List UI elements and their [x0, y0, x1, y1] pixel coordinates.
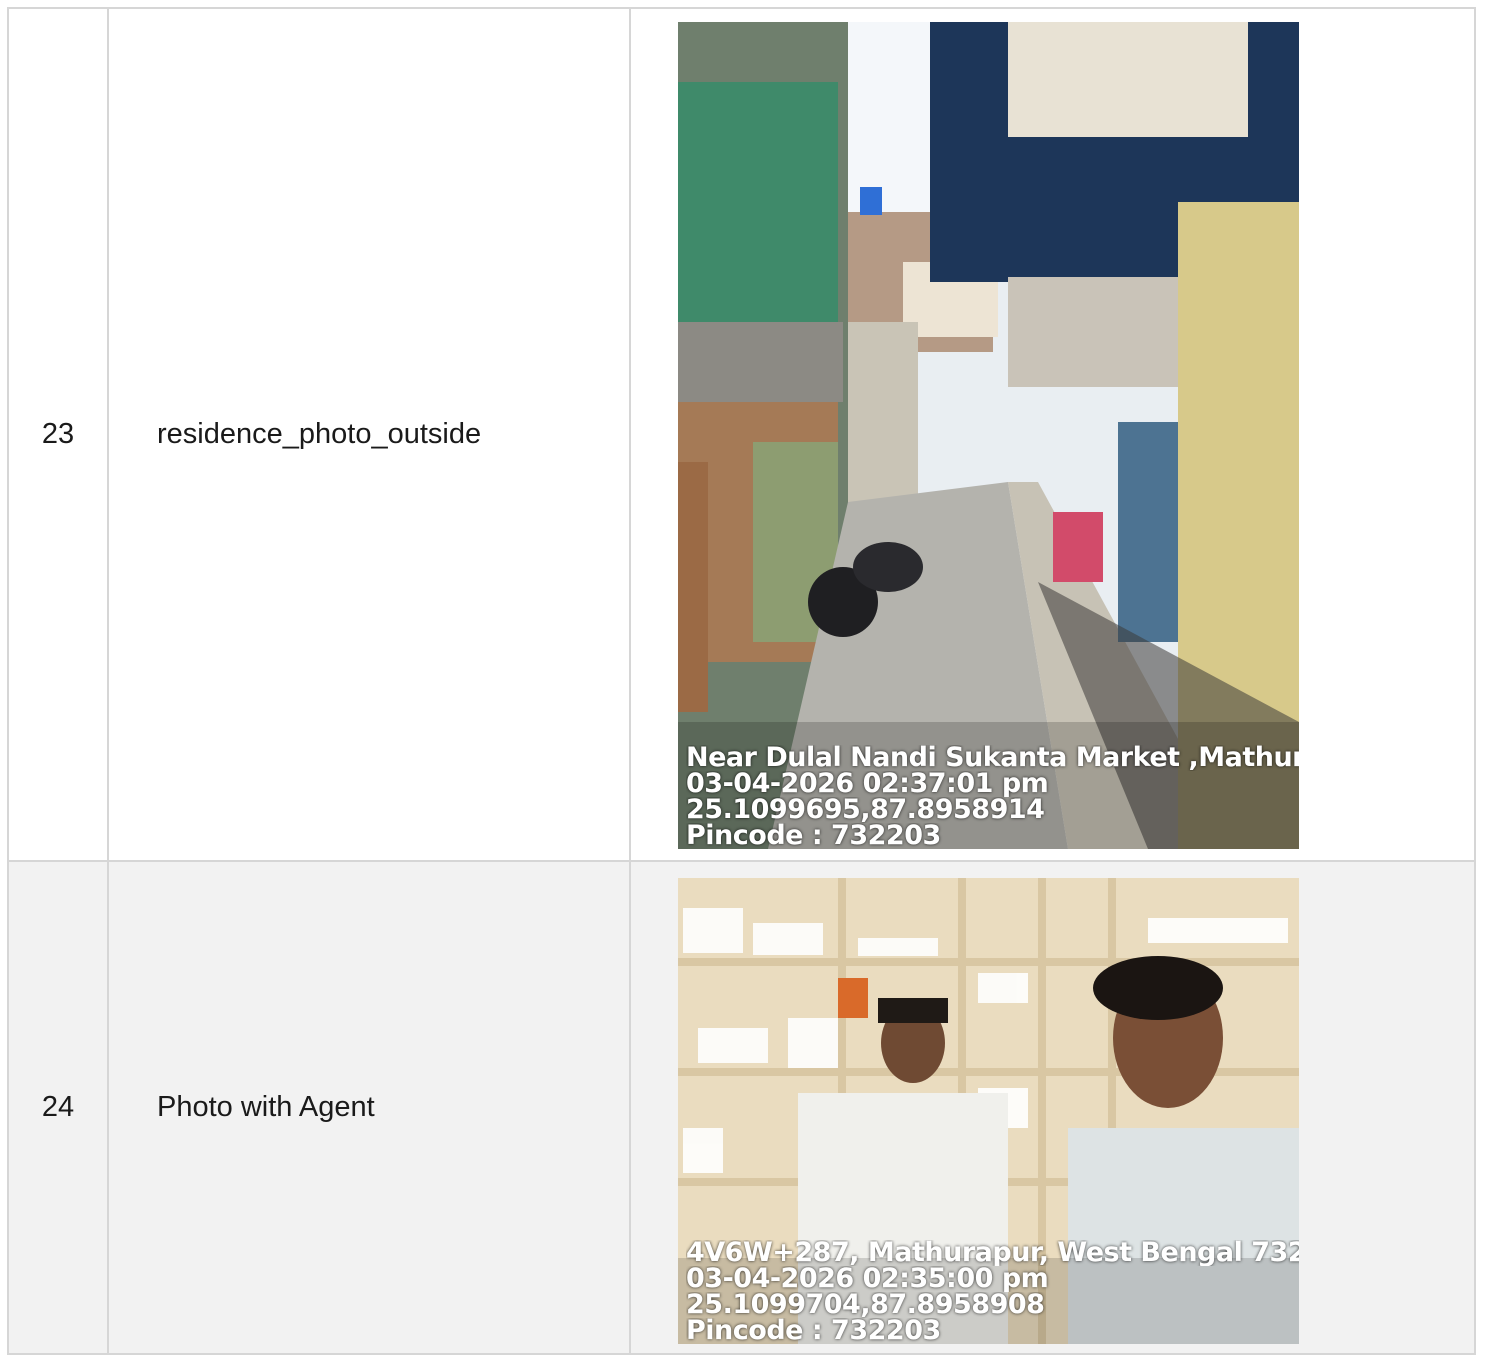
photo-cell: 4V6W+287, Mathurapur, West Bengal 732203… — [629, 860, 1476, 1355]
row-number: 23 — [7, 7, 109, 862]
photo-stamp: Near Dulal Nandi Sukanta Market ,Mathura… — [686, 745, 1299, 849]
stamp-pincode: Pincode : 732203 — [686, 1318, 941, 1344]
stamp-location: Near Dulal Nandi Sukanta Market ,Mathura… — [686, 744, 1299, 771]
stamp-pincode: Pincode : 732203 — [686, 822, 941, 849]
residence-photo[interactable]: Near Dulal Nandi Sukanta Market ,Mathura… — [678, 21, 1299, 849]
field-name: residence_photo_outside — [107, 7, 631, 862]
alley-scene-image — [678, 21, 1299, 849]
stamp-datetime: 03-04-2026 02:35:00 pm — [686, 1266, 1049, 1292]
stamp-coordinates: 25.1099704,87.8958908 — [686, 1292, 1045, 1318]
stamp-location: 4V6W+287, Mathurapur, West Bengal 732203 — [686, 1240, 1299, 1266]
table-row: 23 residence_photo_outside Near Dulal Na… — [7, 7, 1476, 862]
field-name: Photo with Agent — [107, 860, 631, 1355]
stamp-datetime: 03-04-2026 02:37:01 pm — [686, 770, 1049, 797]
photo-evidence-table: 23 residence_photo_outside Near Dulal Na… — [7, 7, 1476, 1355]
photo-stamp: 4V6W+287, Mathurapur, West Bengal 732203… — [686, 1240, 1299, 1344]
agent-photo[interactable]: 4V6W+287, Mathurapur, West Bengal 732203… — [678, 878, 1299, 1344]
table-row: 24 Photo with Agent 4V6W+287, Mathurapur… — [7, 860, 1476, 1355]
row-number: 24 — [7, 860, 109, 1355]
photo-cell: Near Dulal Nandi Sukanta Market ,Mathura… — [629, 7, 1476, 862]
stamp-coordinates: 25.1099695,87.8958914 — [686, 796, 1045, 823]
